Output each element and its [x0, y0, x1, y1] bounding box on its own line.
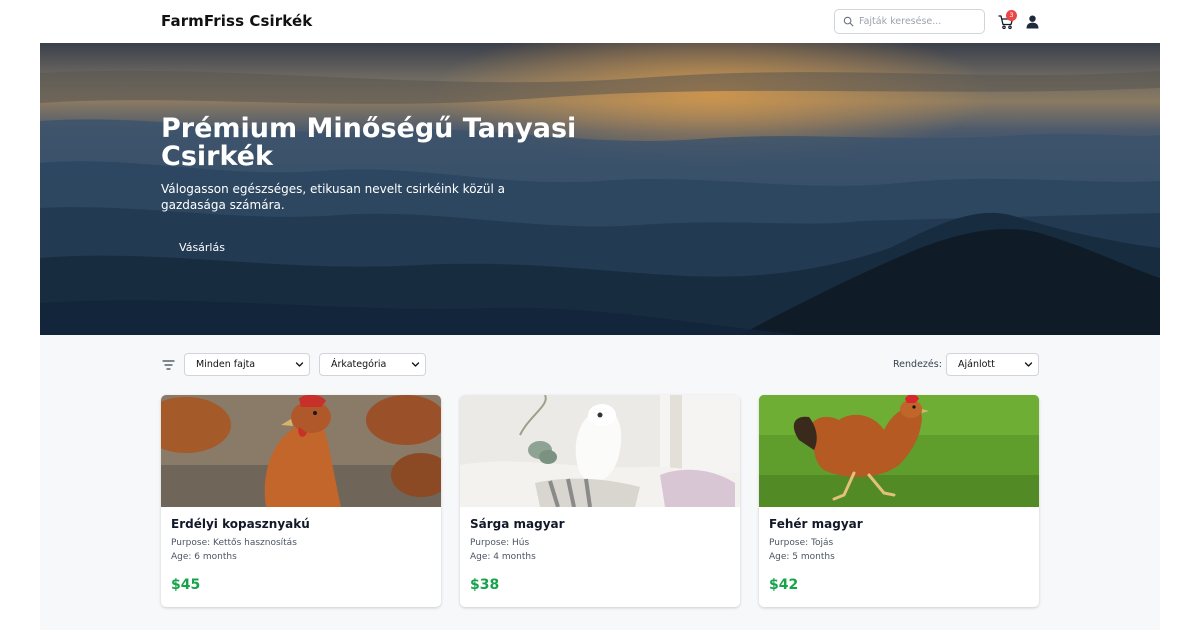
user-button[interactable]	[1026, 14, 1039, 29]
hero-subtitle: Válogasson egészséges, etikusan nevelt c…	[161, 182, 505, 212]
brand-logo[interactable]: FarmFriss Csirkék	[161, 12, 312, 30]
product-age: Age: 6 months	[171, 552, 237, 562]
product-name: Sárga magyar	[470, 517, 565, 531]
product-age: Age: 4 months	[470, 552, 536, 562]
chevron-down-icon	[411, 362, 420, 367]
shop-button[interactable]: Vásárlás	[161, 232, 243, 262]
product-image	[759, 395, 1039, 507]
price-select[interactable]: Árkategória	[319, 353, 426, 376]
search-icon	[843, 16, 855, 28]
breed-select[interactable]: Minden fajta	[184, 353, 310, 376]
hero-banner: Prémium Minőségű Tanyasi Csirkék Válogas…	[40, 43, 1160, 335]
product-price: $45	[171, 577, 201, 593]
product-age: Age: 5 months	[769, 552, 835, 562]
product-name: Fehér magyar	[769, 517, 863, 531]
product-card[interactable]: Erdélyi kopasznyakú Purpose: Kettős hasz…	[161, 395, 441, 607]
sort-label: Rendezés:	[893, 359, 942, 370]
product-price: $38	[470, 577, 500, 593]
sort-select-value: Ajánlott	[958, 359, 995, 370]
product-card[interactable]: Fehér magyar Purpose: Tojás Age: 5 month…	[759, 395, 1039, 607]
product-image	[460, 395, 740, 507]
product-price: $42	[769, 577, 799, 593]
breed-select-value: Minden fajta	[196, 359, 256, 370]
chevron-down-icon	[1024, 362, 1033, 367]
product-purpose: Purpose: Tojás	[769, 538, 834, 548]
product-card[interactable]: Sárga magyar Purpose: Hús Age: 4 months …	[460, 395, 740, 607]
product-purpose: Purpose: Kettős hasznosítás	[171, 538, 297, 548]
product-name: Erdélyi kopasznyakú	[171, 517, 310, 531]
cart-count-badge: 3	[1006, 10, 1017, 21]
search-input[interactable]	[859, 16, 979, 27]
search-box[interactable]	[834, 9, 985, 34]
product-image	[161, 395, 441, 507]
user-icon	[1026, 15, 1039, 29]
sort-select[interactable]: Ajánlott	[946, 353, 1039, 376]
price-select-value: Árkategória	[331, 359, 387, 370]
hero-title: Prémium Minőségű Tanyasi Csirkék	[161, 113, 577, 172]
top-nav: FarmFriss Csirkék 3	[0, 0, 1200, 43]
product-purpose: Purpose: Hús	[470, 538, 530, 548]
chevron-down-icon	[295, 362, 304, 367]
filter-icon[interactable]	[162, 359, 175, 371]
